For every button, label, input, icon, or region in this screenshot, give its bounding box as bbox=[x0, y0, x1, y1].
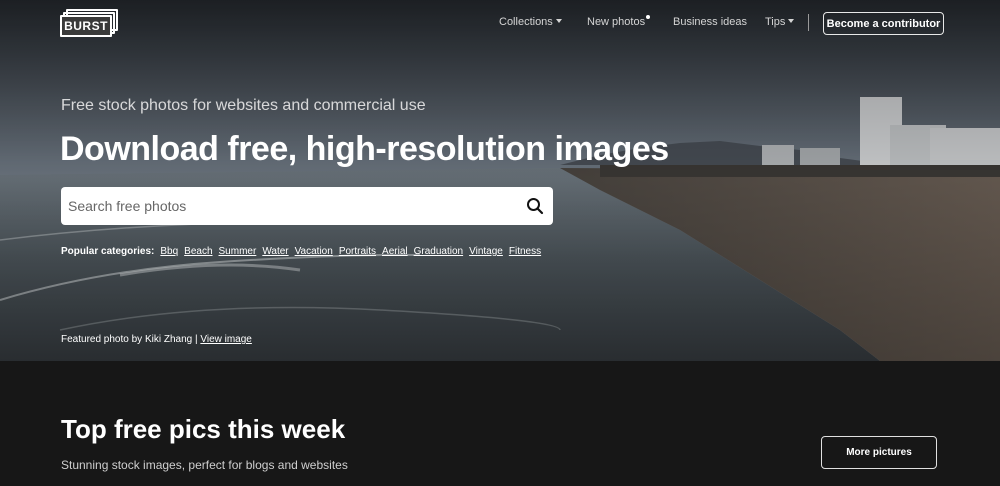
view-image-link[interactable]: View image bbox=[200, 334, 252, 345]
nav-new-photos[interactable]: New photos bbox=[587, 15, 651, 28]
category-link-vacation[interactable]: Vacation bbox=[295, 246, 333, 257]
top-pics-section: Top free pics this week Stunning stock i… bbox=[0, 361, 1000, 486]
popular-categories: Popular categories: Bbq Beach Summer Wat… bbox=[61, 246, 547, 257]
search-input[interactable] bbox=[61, 187, 521, 225]
search-bar bbox=[61, 187, 553, 225]
nav-collections-label: Collections bbox=[499, 16, 553, 28]
logo-text: BURST bbox=[64, 19, 108, 33]
category-link-portraits[interactable]: Portraits bbox=[339, 246, 376, 257]
hero-background-photo bbox=[0, 0, 1000, 361]
nav-divider bbox=[808, 14, 809, 31]
category-link-aerial[interactable]: Aerial bbox=[382, 246, 408, 257]
category-link-bbq[interactable]: Bbq bbox=[160, 246, 178, 257]
become-contributor-button[interactable]: Become a contributor bbox=[823, 12, 944, 35]
chevron-down-icon bbox=[555, 19, 562, 24]
chevron-down-icon bbox=[788, 19, 795, 24]
nav-business-ideas-label: Business ideas bbox=[673, 16, 747, 28]
category-link-fitness[interactable]: Fitness bbox=[509, 246, 541, 257]
top-navigation: BURST Collections New photos Business id… bbox=[0, 0, 1000, 46]
nav-collections[interactable]: Collections bbox=[499, 16, 562, 28]
category-link-graduation[interactable]: Graduation bbox=[414, 246, 463, 257]
search-icon[interactable] bbox=[526, 197, 544, 215]
burst-logo[interactable]: BURST bbox=[60, 9, 120, 37]
category-link-water[interactable]: Water bbox=[262, 246, 288, 257]
section-title: Top free pics this week bbox=[61, 414, 346, 444]
photo-credit-text: Featured photo by Kiki Zhang | bbox=[61, 334, 198, 345]
popular-categories-label: Popular categories: bbox=[61, 246, 155, 257]
category-link-summer[interactable]: Summer bbox=[219, 246, 257, 257]
nav-tips-label: Tips bbox=[765, 16, 786, 28]
nav-tips[interactable]: Tips bbox=[765, 16, 795, 28]
hero-banner: BURST Collections New photos Business id… bbox=[0, 0, 1000, 361]
category-link-beach[interactable]: Beach bbox=[184, 246, 212, 257]
nav-new-photos-label: New photos bbox=[587, 16, 646, 28]
hero-tagline: Free stock photos for websites and comme… bbox=[61, 97, 426, 114]
nav-business-ideas[interactable]: Business ideas bbox=[673, 16, 747, 28]
new-indicator-dot bbox=[646, 15, 651, 19]
section-subtitle: Stunning stock images, perfect for blogs… bbox=[61, 458, 348, 472]
photo-credit: Featured photo by Kiki Zhang | View imag… bbox=[61, 334, 252, 345]
more-pictures-button[interactable]: More pictures bbox=[821, 436, 937, 469]
hero-headline: Download free, high-resolution images bbox=[60, 130, 669, 168]
category-link-vintage[interactable]: Vintage bbox=[469, 246, 503, 257]
logo-card-front: BURST bbox=[60, 15, 112, 37]
